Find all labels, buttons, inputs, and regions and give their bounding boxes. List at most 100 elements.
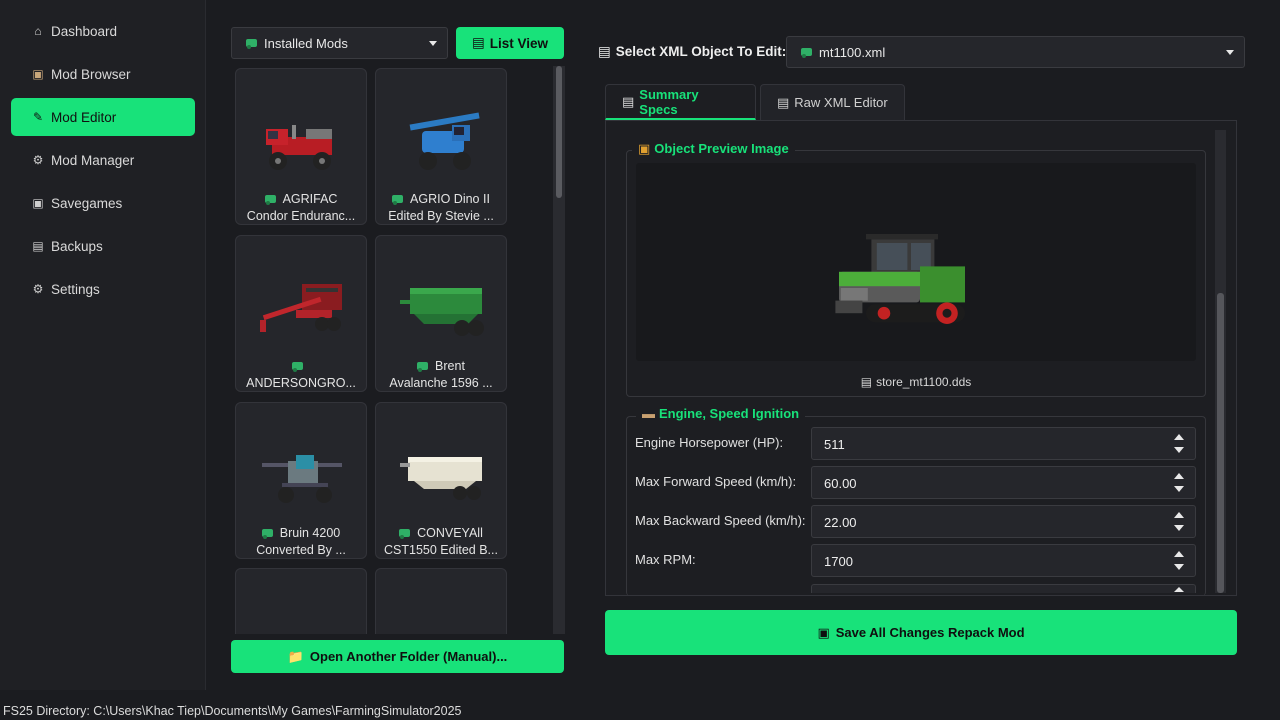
- max-backward-speed-input[interactable]: 22.00: [811, 505, 1196, 538]
- sidebar-item-label: Savegames: [51, 195, 123, 211]
- mod-card-title: Bruin 4200: [240, 525, 362, 542]
- mod-thumbnail: [260, 284, 342, 332]
- xml-object-dropdown[interactable]: mt1100.xml: [786, 36, 1245, 68]
- tractor-icon: [264, 195, 276, 205]
- mod-card-subtitle: Edited By Stevie ...: [388, 209, 494, 223]
- sidebar-item-savegames[interactable]: ▣ Savegames: [11, 184, 195, 222]
- mod-card-title: Brent: [380, 358, 502, 375]
- sidebar-item-label: Dashboard: [51, 23, 118, 39]
- archive-icon: ▤: [32, 239, 44, 253]
- mod-card-subtitle: Avalanche 1596 ...: [389, 376, 493, 390]
- mod-card[interactable]: ANDERSONGRO...: [235, 235, 367, 392]
- xml-object-value: mt1100.xml: [819, 44, 886, 60]
- mod-card-title: AGRIO Dino II: [380, 191, 502, 208]
- document-icon: ▤: [860, 375, 873, 389]
- chevron-down-icon: [1226, 50, 1234, 55]
- mod-filter-dropdown[interactable]: Installed Mods: [231, 27, 448, 59]
- spin-down-icon[interactable]: [1174, 486, 1184, 492]
- mod-card[interactable]: [375, 568, 507, 634]
- max-rpm-input[interactable]: 1700: [811, 544, 1196, 577]
- tractor-icon: [246, 39, 257, 49]
- spin-up-icon[interactable]: [1174, 473, 1184, 479]
- document-icon: ▤: [622, 93, 635, 109]
- sidebar-item-label: Mod Browser: [51, 66, 131, 82]
- document-icon: ▤: [598, 44, 611, 59]
- sidebar-item-label: Backups: [51, 238, 103, 254]
- pencil-icon: ✎: [32, 110, 44, 124]
- mod-filter-value: Installed Mods: [264, 35, 348, 51]
- mod-card-title: [240, 358, 362, 375]
- engine-group-title: ▬ Engine, Speed Ignition: [636, 406, 806, 421]
- open-folder-button[interactable]: 📁 Open Another Folder (Manual)...: [231, 640, 564, 673]
- mod-thumbnail: [400, 457, 482, 500]
- next-field-input-partial[interactable]: [811, 584, 1196, 593]
- tractor-image: [835, 234, 965, 324]
- mod-thumbnail: [252, 599, 352, 634]
- save-repack-label: Save All Changes Repack Mod: [835, 625, 1025, 640]
- sidebar-item-mod-editor[interactable]: ✎ Mod Editor: [11, 98, 195, 136]
- mod-card[interactable]: CONVEYAll CST1550 Edited B...: [375, 402, 507, 559]
- list-view-label: List View: [489, 35, 549, 51]
- mod-list-scrollbar-thumb[interactable]: [556, 66, 562, 198]
- chevron-down-icon: [429, 41, 437, 46]
- mod-card-title: CONVEYAll: [380, 525, 502, 542]
- sidebar-item-mod-manager[interactable]: ⚙ Mod Manager: [11, 141, 195, 179]
- spin-up-icon[interactable]: [1174, 434, 1184, 440]
- spin-down-icon[interactable]: [1174, 525, 1184, 531]
- spin-up-icon[interactable]: [1174, 587, 1184, 592]
- select-xml-label-row: ▤ Select XML Object To Edit:: [598, 44, 787, 59]
- spin-up-icon[interactable]: [1174, 551, 1184, 557]
- car-icon: ▬: [642, 406, 655, 421]
- mod-thumbnail: [262, 455, 342, 503]
- tractor-icon: [801, 48, 812, 58]
- document-icon: ▤: [471, 35, 485, 50]
- spin-up-icon[interactable]: [1174, 512, 1184, 518]
- preview-image: [636, 163, 1196, 361]
- sidebar-item-backups[interactable]: ▤ Backups: [11, 227, 195, 265]
- open-folder-label: Open Another Folder (Manual)...: [309, 649, 508, 664]
- engine-horsepower-input[interactable]: 511: [811, 427, 1196, 460]
- document-icon: ▤: [777, 94, 790, 110]
- spin-down-icon[interactable]: [1174, 564, 1184, 570]
- gear-icon: ⚙: [32, 282, 44, 296]
- tab-summary-specs[interactable]: ▤ Summary Specs: [605, 84, 756, 120]
- tractor-icon: [261, 529, 273, 539]
- preview-group-title: ▣ Object Preview Image: [632, 141, 795, 157]
- box-icon: ▣: [32, 67, 44, 81]
- tab-raw-xml-editor[interactable]: ▤ Raw XML Editor: [760, 84, 905, 120]
- tractor-icon: [292, 362, 303, 372]
- panel-scrollbar-thumb[interactable]: [1217, 293, 1224, 593]
- max-forward-speed-label: Max Forward Speed (km/h):: [635, 474, 797, 489]
- mod-thumbnail: [400, 288, 484, 336]
- image-icon: ▣: [638, 141, 651, 156]
- mod-card[interactable]: AGRIO Dino II Edited By Stevie ...: [375, 68, 507, 225]
- sidebar-item-dashboard[interactable]: ⌂ Dashboard: [11, 12, 195, 50]
- mod-card[interactable]: AGRIFAC Condor Enduranc...: [235, 68, 367, 225]
- floppy-icon: ▣: [817, 624, 830, 640]
- spin-down-icon[interactable]: [1174, 447, 1184, 453]
- list-view-button[interactable]: ▤ List View: [456, 27, 564, 59]
- mod-card-subtitle: CST1550 Edited B...: [384, 543, 498, 557]
- mod-card[interactable]: Bruin 4200 Converted By ...: [235, 402, 367, 559]
- sidebar-item-settings[interactable]: ⚙ Settings: [11, 270, 195, 308]
- tractor-icon: [417, 362, 429, 372]
- sidebar-item-mod-browser[interactable]: ▣ Mod Browser: [11, 55, 195, 93]
- mod-thumbnail: [409, 112, 480, 170]
- max-backward-speed-label: Max Backward Speed (km/h):: [635, 513, 806, 528]
- mod-thumbnail: [266, 125, 332, 170]
- preview-filename: ▤ store_mt1100.dds: [860, 375, 972, 389]
- sidebar-item-label: Mod Editor: [51, 109, 117, 125]
- tractor-icon: [392, 195, 404, 205]
- mod-card[interactable]: Brent Avalanche 1596 ...: [375, 235, 507, 392]
- sidebar: ⌂ Dashboard ▣ Mod Browser ✎ Mod Editor ⚙…: [0, 0, 206, 690]
- tractor-icon: [399, 529, 411, 539]
- mod-card-subtitle: Converted By ...: [256, 543, 346, 557]
- mod-card[interactable]: [235, 568, 367, 634]
- max-rpm-label: Max RPM:: [635, 552, 696, 567]
- status-bar: FS25 Directory: C:\Users\Khac Tiep\Docum…: [0, 702, 1280, 720]
- house-icon: ⌂: [34, 24, 42, 38]
- save-repack-button[interactable]: ▣ Save All Changes Repack Mod: [605, 610, 1237, 655]
- mod-card-subtitle: Condor Enduranc...: [246, 209, 356, 223]
- folder-icon: 📁: [287, 648, 304, 664]
- max-forward-speed-input[interactable]: 60.00: [811, 466, 1196, 499]
